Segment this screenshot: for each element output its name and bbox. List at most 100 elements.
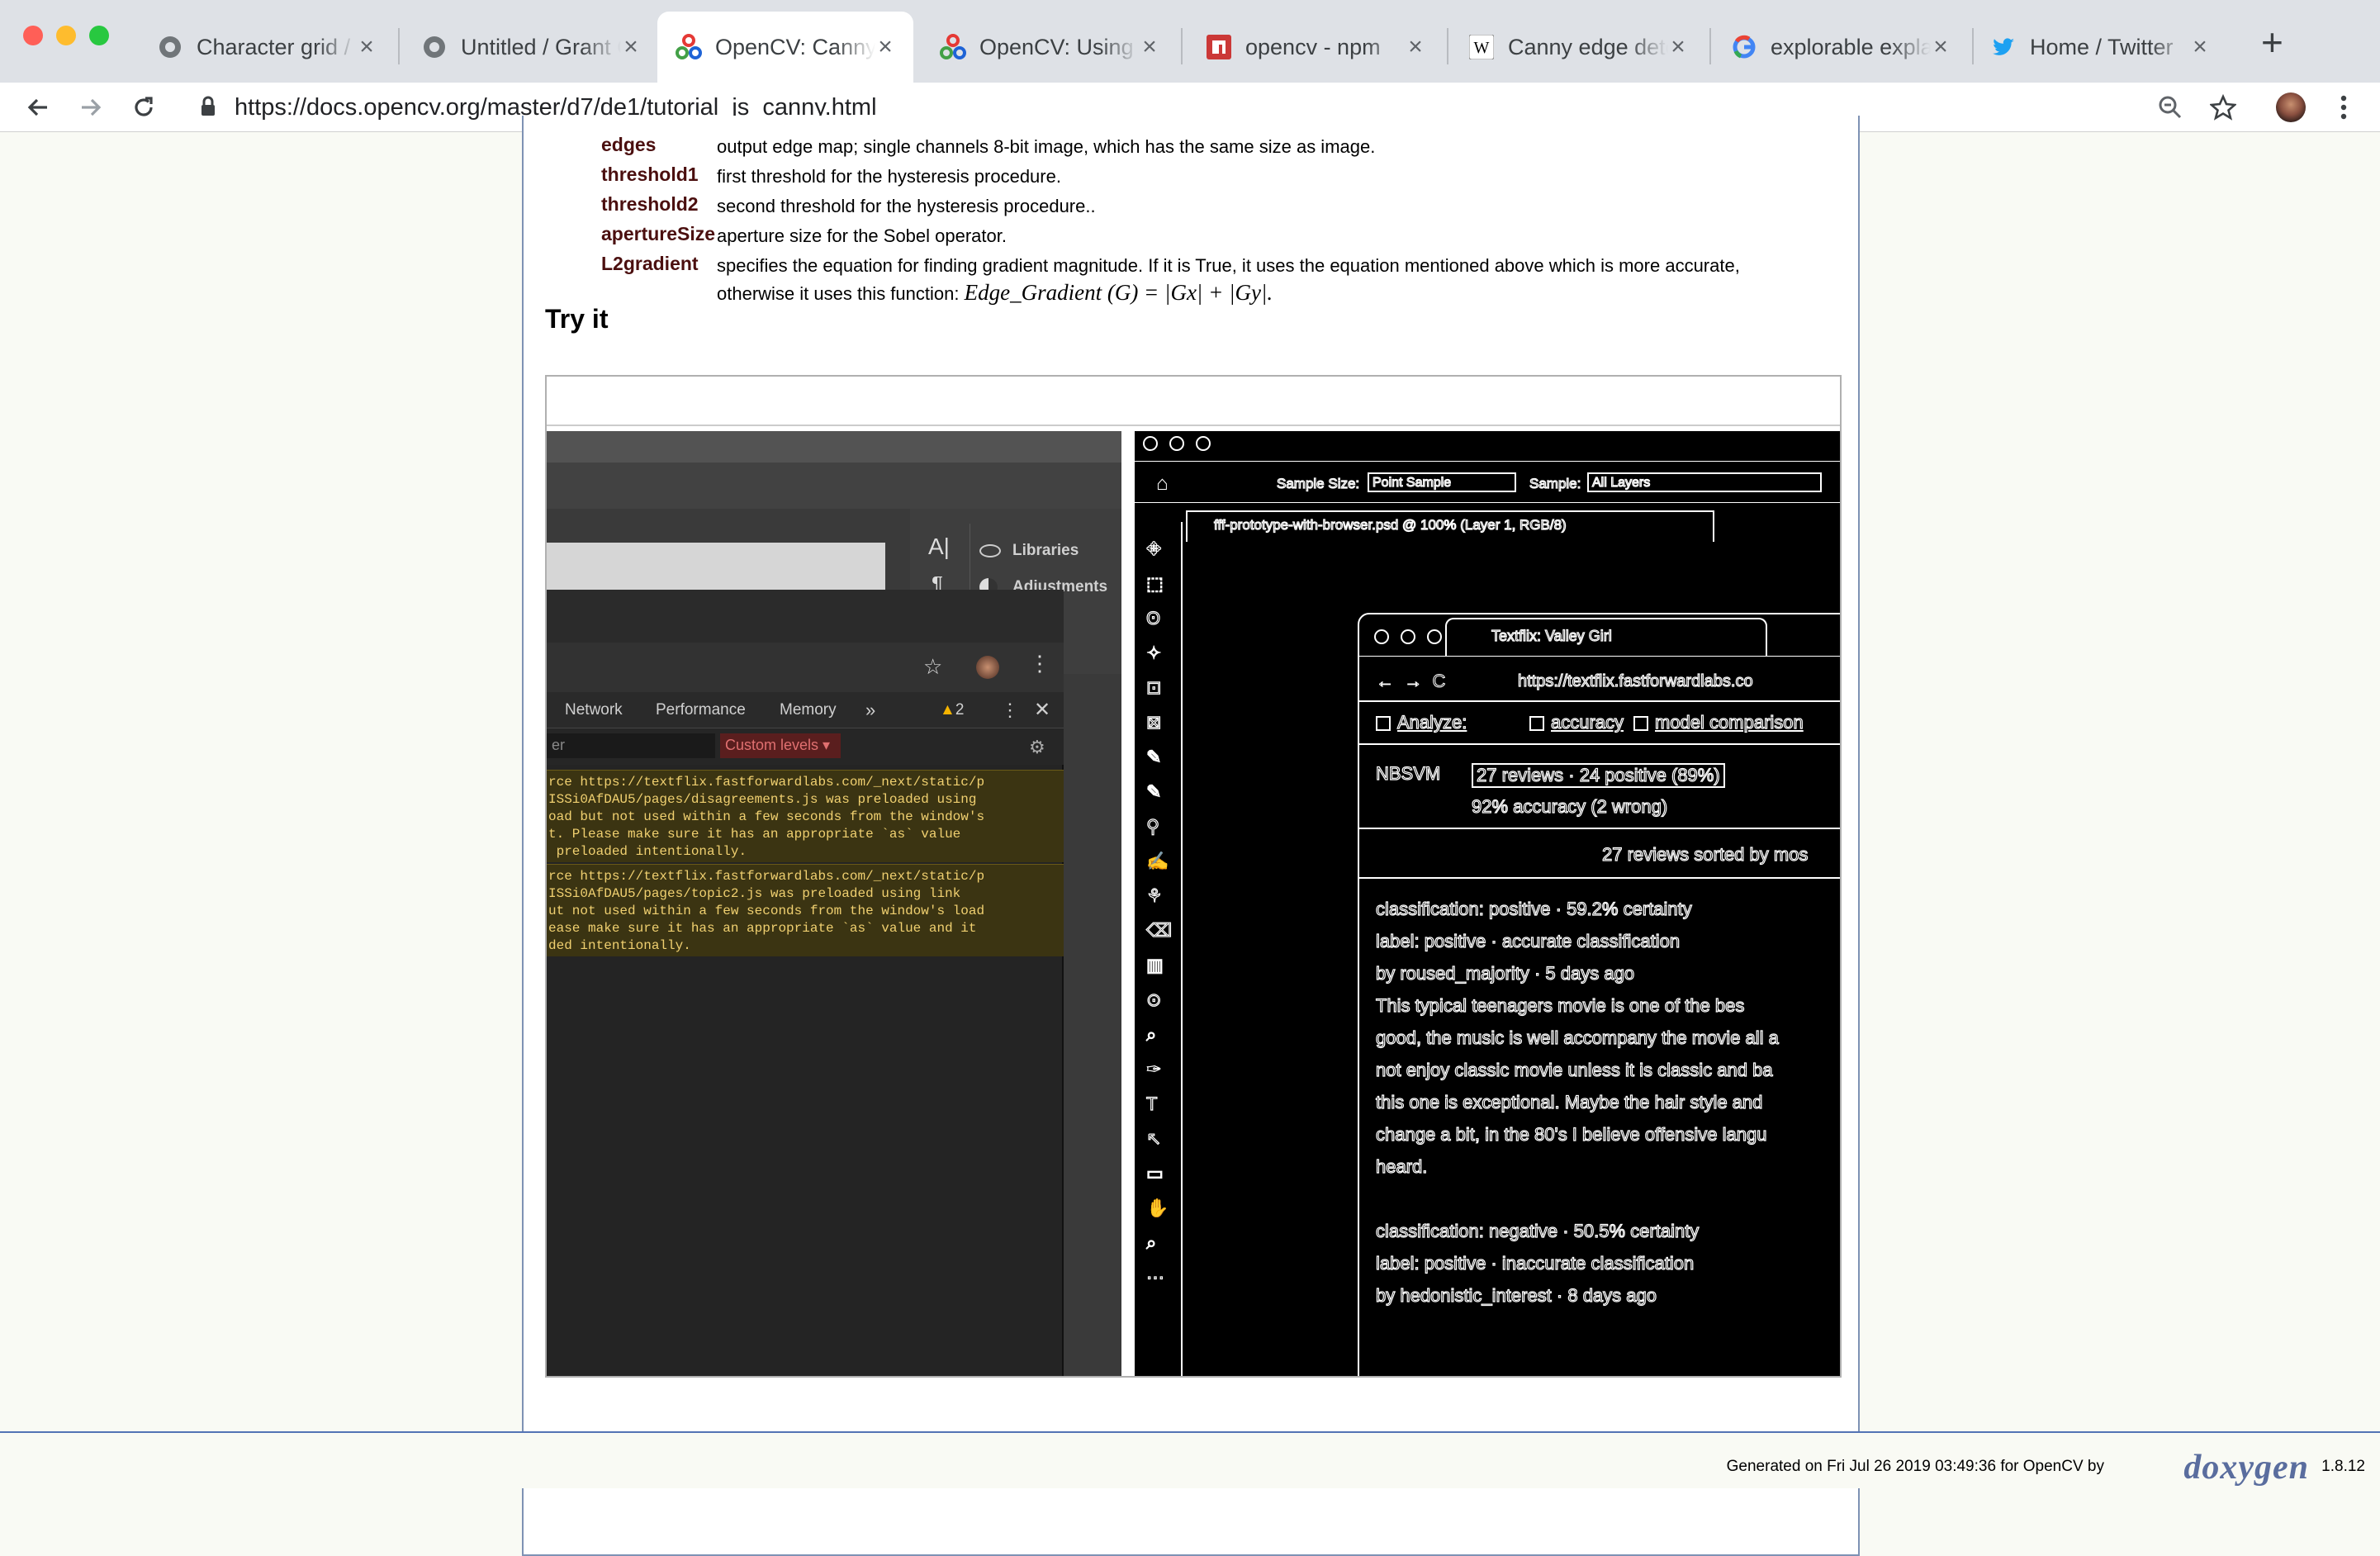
tool-icon: ↖ bbox=[1145, 1127, 1162, 1149]
tool-icon: ʘ bbox=[1145, 607, 1161, 629]
observable-icon bbox=[421, 34, 448, 60]
review-line: change a bit, in the 80's I believe offe… bbox=[1375, 1123, 1767, 1145]
tool-icon: ⋯ bbox=[1145, 1266, 1164, 1288]
param-row: L2gradient specifies the equation for fin… bbox=[601, 253, 1757, 307]
tool-icon: ⌕ bbox=[1145, 1023, 1157, 1045]
demo-header bbox=[547, 377, 1840, 426]
review-line: not enjoy classic movie unless it is cla… bbox=[1375, 1059, 1773, 1080]
input-image: A| ¶ Libraries Adjustments ☆ ⋮ Network P… bbox=[547, 431, 1121, 1376]
checkbox-label: model comparison bbox=[1633, 711, 1804, 733]
formula: Edge_Gradient (G) = |Gx| + |Gy|. bbox=[964, 280, 1273, 305]
review-line: classification: negative · 50.5% certain… bbox=[1375, 1220, 1700, 1241]
tab-1[interactable]: Character grid / G × bbox=[139, 12, 395, 83]
zoom-window-button[interactable] bbox=[89, 26, 109, 45]
tab-7[interactable]: explorable expla × bbox=[1713, 12, 1969, 83]
tab-title: Home / Twitter bbox=[2030, 34, 2174, 59]
avatar bbox=[976, 656, 999, 679]
tab-close-icon[interactable]: × bbox=[875, 33, 895, 61]
menu-kebab-icon: ⋮ bbox=[1029, 651, 1050, 676]
devtools-tab-performance: Performance bbox=[656, 701, 746, 719]
doc-content: edges output edge map; single channels 8-… bbox=[522, 116, 1860, 1556]
param-name: threshold1 bbox=[601, 164, 699, 185]
levels-dropdown: Custom levels ▾ bbox=[720, 733, 841, 758]
checkbox-label: accuracy bbox=[1529, 711, 1624, 733]
review-line: this one is exceptional. Maybe the hair … bbox=[1375, 1091, 1763, 1112]
tab-strip: Character grid / G × Untitled / Grant G × Op… bbox=[0, 0, 2380, 83]
tab-title: OpenCV: Using O bbox=[979, 34, 1140, 59]
tool-icon: ⌕ bbox=[1145, 1231, 1157, 1253]
review-line: This typical teenagers movie is one of t… bbox=[1375, 994, 1745, 1016]
zoom-icon[interactable] bbox=[2150, 88, 2190, 127]
more-tabs-icon: » bbox=[865, 700, 876, 720]
tool-icon: T bbox=[1145, 1093, 1158, 1114]
tab-close-icon[interactable]: × bbox=[2190, 33, 2210, 61]
doxygen-logo[interactable]: doxygen bbox=[2183, 1448, 2309, 1487]
console-warning: rce https://textflix.fastforwardlabs.com… bbox=[547, 770, 1064, 862]
param-desc: aperture size for the Sobel operator. bbox=[717, 225, 1007, 246]
warning-badge: ▲2 bbox=[940, 701, 965, 719]
observable-icon bbox=[157, 34, 183, 60]
tab-close-icon[interactable]: × bbox=[357, 33, 377, 61]
tab-close-icon[interactable]: × bbox=[1406, 33, 1425, 61]
devtools-window: ☆ ⋮ Network Performance Memory » ▲2 ⋮ ✕ … bbox=[547, 590, 1064, 1376]
tool-icon: ▭ bbox=[1145, 1162, 1164, 1184]
back-button[interactable] bbox=[18, 88, 58, 127]
close-window-button[interactable] bbox=[23, 26, 43, 45]
section-title: Try it bbox=[545, 304, 609, 334]
param-desc-cont: otherwise it uses this function: bbox=[717, 283, 960, 304]
tab-4[interactable]: OpenCV: Using O × bbox=[922, 12, 1178, 83]
review-line: by hedonistic_interest · 8 days ago bbox=[1375, 1284, 1657, 1306]
try-it-frame: A| ¶ Libraries Adjustments ☆ ⋮ Network P… bbox=[545, 375, 1842, 1378]
param-row: threshold1 first threshold for the hyster… bbox=[601, 164, 1757, 190]
tool-icon: ⚲ bbox=[1145, 815, 1160, 837]
tool-icon: ⊡ bbox=[1145, 676, 1162, 698]
tab-title: Canny edge dete bbox=[1508, 34, 1668, 59]
minimize-window-button[interactable] bbox=[56, 26, 76, 45]
lock-icon bbox=[200, 96, 216, 121]
home-icon: ⌂ bbox=[1156, 472, 1169, 495]
npm-icon bbox=[1206, 34, 1232, 60]
tab-5[interactable]: opencv - npm × bbox=[1188, 12, 1444, 83]
google-icon bbox=[1731, 34, 1757, 60]
tab-close-icon[interactable]: × bbox=[1931, 33, 1951, 61]
tool-icon: ▥ bbox=[1145, 954, 1164, 975]
tab-8[interactable]: Home / Twitter × bbox=[1972, 12, 2228, 83]
param-name: edges bbox=[601, 134, 657, 155]
tab-title: Character grid / G bbox=[197, 34, 357, 59]
tab-2[interactable]: Untitled / Grant G × bbox=[403, 12, 659, 83]
settings-kebab-icon: ⋮ bbox=[1001, 700, 1019, 720]
param-row: edges output edge map; single channels 8-… bbox=[601, 134, 1757, 160]
page-viewport[interactable]: edges output edge map; single channels 8-… bbox=[0, 116, 2380, 1556]
window-controls bbox=[1143, 436, 1211, 451]
param-row: threshold2 second threshold for the hyste… bbox=[601, 193, 1757, 220]
filter-input: er bbox=[547, 733, 715, 758]
bookmark-star-icon[interactable] bbox=[2203, 88, 2243, 127]
new-tab-button[interactable]: + bbox=[2261, 20, 2283, 64]
tab-title: OpenCV: Canny E bbox=[715, 34, 875, 59]
param-desc: second threshold for the hysteresis proc… bbox=[717, 196, 1096, 216]
review-line: heard. bbox=[1375, 1155, 1428, 1177]
tool-icon: ✧ bbox=[1145, 642, 1162, 663]
type-tool-icon: A| bbox=[928, 534, 950, 559]
tab-close-icon[interactable]: × bbox=[1668, 33, 1688, 61]
tab-close-icon[interactable]: × bbox=[621, 33, 641, 61]
tool-icon: ✒ bbox=[1145, 1058, 1162, 1079]
avatar[interactable] bbox=[2271, 88, 2311, 127]
checkbox-label: Analyze: bbox=[1376, 711, 1467, 733]
menu-kebab-icon[interactable] bbox=[2324, 88, 2363, 127]
reload-button[interactable] bbox=[124, 88, 164, 127]
review-line: by roused_majority · 5 days ago bbox=[1375, 962, 1635, 984]
tool-icon: ⊙ bbox=[1145, 989, 1162, 1010]
tool-icon: ⌫ bbox=[1145, 919, 1173, 941]
forward-button[interactable] bbox=[71, 88, 111, 127]
star-icon: ☆ bbox=[923, 654, 943, 679]
tool-icon: ⊠ bbox=[1145, 711, 1162, 733]
tab-close-icon[interactable]: × bbox=[1140, 33, 1159, 61]
tab-3[interactable]: OpenCV: Canny E× bbox=[657, 12, 913, 83]
opencv-icon bbox=[676, 34, 702, 60]
param-name: apertureSize bbox=[601, 223, 716, 244]
review-line: label: positive · inaccurate classificat… bbox=[1375, 1252, 1695, 1274]
tab-6[interactable]: W Canny edge dete × bbox=[1450, 12, 1706, 83]
twitter-icon bbox=[1990, 34, 2017, 60]
wikipedia-icon: W bbox=[1468, 34, 1495, 60]
